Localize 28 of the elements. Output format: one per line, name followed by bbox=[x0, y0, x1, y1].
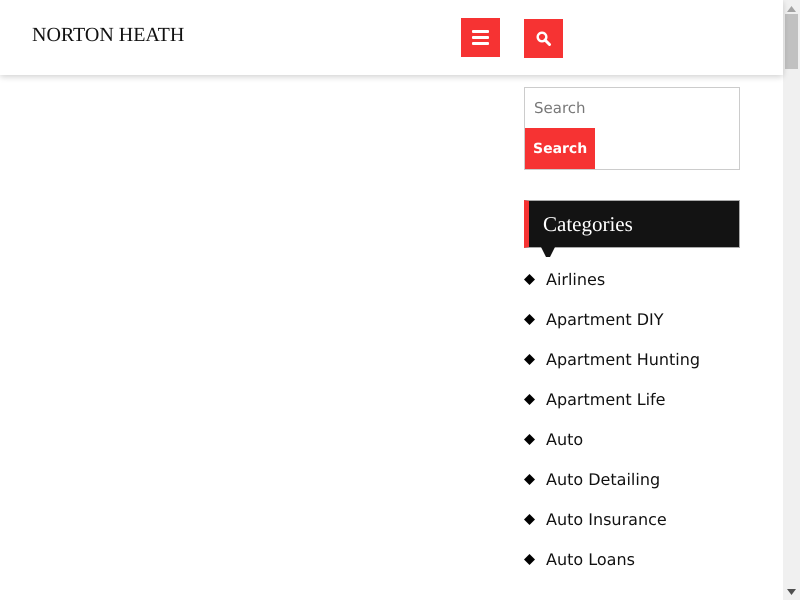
category-link[interactable]: Airlines bbox=[546, 269, 606, 290]
search-field[interactable]: Search Search bbox=[524, 87, 740, 170]
diamond-icon bbox=[524, 554, 535, 565]
search-submit-button[interactable]: Search bbox=[525, 128, 596, 169]
scroll-down-icon[interactable] bbox=[787, 589, 796, 595]
diamond-icon bbox=[524, 394, 535, 405]
category-link[interactable]: Auto bbox=[546, 429, 584, 450]
scroll-thumb[interactable] bbox=[785, 14, 798, 69]
widget-title: Categories bbox=[543, 212, 633, 236]
category-link[interactable]: Apartment Life bbox=[546, 389, 666, 410]
site-title[interactable]: NORTON HEATH bbox=[32, 24, 461, 47]
menu-button[interactable] bbox=[461, 18, 500, 57]
diamond-icon bbox=[524, 314, 535, 325]
diamond-icon bbox=[524, 474, 535, 485]
diamond-icon bbox=[524, 514, 535, 525]
diamond-icon bbox=[524, 354, 535, 365]
scroll-up-icon[interactable] bbox=[787, 6, 796, 12]
diamond-icon bbox=[524, 274, 535, 285]
category-link[interactable]: Auto Detailing bbox=[546, 469, 660, 490]
search-button[interactable] bbox=[524, 18, 563, 58]
diamond-icon bbox=[524, 434, 535, 445]
scrollbar[interactable] bbox=[783, 0, 800, 600]
category-link[interactable]: Apartment DIY bbox=[546, 309, 664, 330]
menu-icon bbox=[472, 30, 489, 45]
category-link[interactable]: Auto Loans bbox=[546, 549, 635, 570]
category-link[interactable]: Apartment Hunting bbox=[546, 349, 700, 370]
category-link[interactable]: Auto Insurance bbox=[546, 509, 667, 530]
search-icon bbox=[536, 30, 551, 46]
